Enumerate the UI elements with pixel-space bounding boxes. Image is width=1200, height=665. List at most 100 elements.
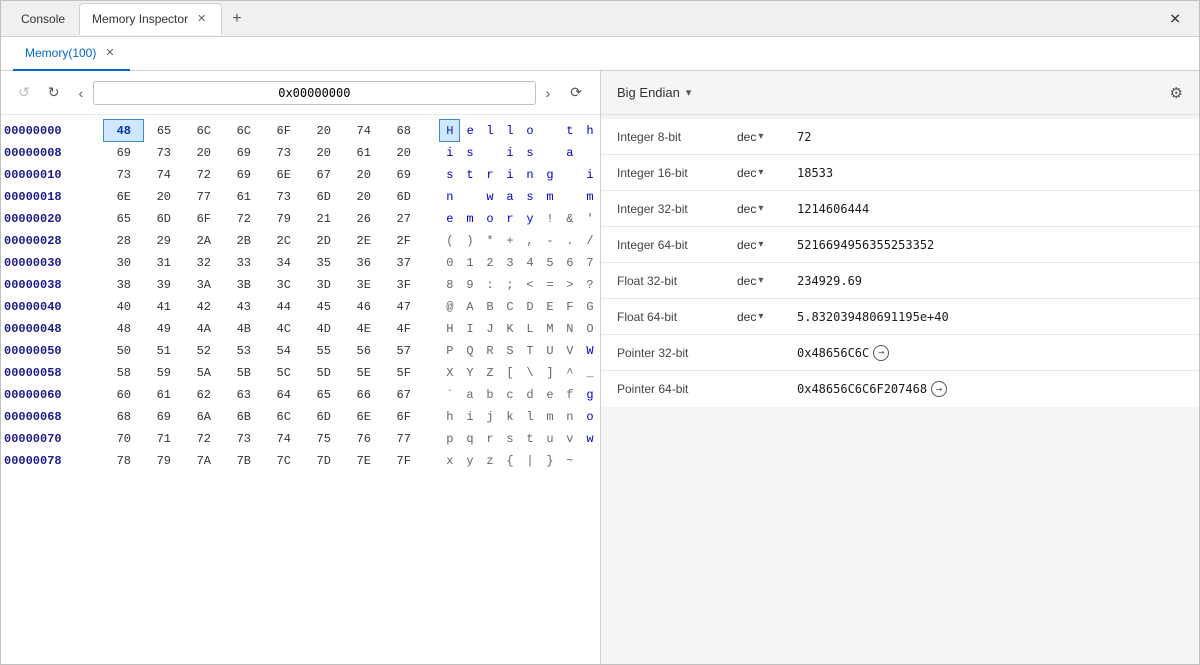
hex-cell[interactable]: 20 [304,142,344,164]
hex-cell[interactable]: 5E [344,362,384,384]
hex-cell[interactable]: 39 [144,274,184,296]
hex-cell[interactable]: 20 [384,142,424,164]
ascii-cell[interactable]: e [460,120,480,142]
hex-cell[interactable]: 6B [224,406,264,428]
hex-cell[interactable]: 5D [304,362,344,384]
ascii-cell[interactable]: { [500,450,520,472]
ascii-cell[interactable]: m [540,186,560,208]
hex-cell[interactable]: 79 [264,208,304,230]
ascii-cell[interactable]: y [520,208,540,230]
ascii-cell[interactable] [580,450,600,472]
hex-cell[interactable]: 4F [384,318,424,340]
ascii-cell[interactable]: i [460,406,480,428]
hex-cell[interactable]: 77 [384,428,424,450]
hex-cell[interactable]: 73 [264,186,304,208]
hex-cell[interactable]: 59 [144,362,184,384]
inspector-format-int16[interactable]: dec ▾ [737,166,797,180]
ascii-cell[interactable]: @ [440,296,460,318]
hex-cell[interactable]: 73 [104,164,144,186]
ascii-cell[interactable]: o [580,406,600,428]
ascii-cell[interactable]: h [440,406,460,428]
hex-cell[interactable]: 20 [144,186,184,208]
hex-cell[interactable]: 38 [104,274,144,296]
inspector-format-float64[interactable]: dec ▾ [737,310,797,324]
ascii-cell[interactable]: Q [460,340,480,362]
ascii-cell[interactable]: l [500,120,520,142]
hex-cell[interactable]: 5B [224,362,264,384]
hex-cell[interactable]: 63 [224,384,264,406]
ascii-cell[interactable]: O [580,318,600,340]
hex-cell[interactable]: 47 [384,296,424,318]
ascii-cell[interactable]: 1 [460,252,480,274]
hex-cell[interactable]: 6E [344,406,384,428]
hex-cell[interactable]: 3C [264,274,304,296]
ascii-cell[interactable]: s [500,428,520,450]
ascii-cell[interactable]: d [520,384,540,406]
ascii-cell[interactable]: V [560,340,580,362]
ascii-cell[interactable]: Z [480,362,500,384]
hex-cell[interactable]: 77 [184,186,224,208]
hex-cell[interactable]: 68 [104,406,144,428]
ascii-cell[interactable]: u [540,428,560,450]
hex-cell[interactable]: 55 [304,340,344,362]
hex-cell[interactable]: 69 [144,406,184,428]
ascii-cell[interactable]: m [540,406,560,428]
hex-cell[interactable]: 73 [264,142,304,164]
ascii-cell[interactable]: a [560,142,580,164]
hex-cell[interactable]: 65 [144,120,184,142]
hex-cell[interactable]: 20 [344,164,384,186]
ascii-cell[interactable]: 0 [440,252,460,274]
ascii-cell[interactable]: o [520,120,540,142]
hex-cell[interactable]: 65 [304,384,344,406]
hex-cell[interactable]: 2D [304,230,344,252]
hex-cell[interactable]: 7E [344,450,384,472]
inspector-format-int32[interactable]: dec ▾ [737,202,797,216]
hex-cell[interactable]: 75 [304,428,344,450]
hex-cell[interactable]: 35 [304,252,344,274]
hex-cell[interactable]: 69 [104,142,144,164]
ascii-cell[interactable]: x [440,450,460,472]
ascii-cell[interactable]: j [480,406,500,428]
hex-cell[interactable]: 27 [384,208,424,230]
ascii-cell[interactable]: a [460,384,480,406]
ascii-cell[interactable]: & [560,208,580,230]
undo-button[interactable]: ↺ [13,81,35,104]
ascii-cell[interactable]: q [460,428,480,450]
ascii-cell[interactable]: r [500,208,520,230]
hex-cell[interactable]: 65 [104,208,144,230]
nav-right-button[interactable]: › [540,82,557,104]
ascii-cell[interactable]: S [500,340,520,362]
ascii-cell[interactable]: f [560,384,580,406]
ascii-cell[interactable]: s [520,186,540,208]
sub-tab-memory-100-close[interactable]: ✕ [102,45,117,60]
ascii-cell[interactable]: ) [460,230,480,252]
hex-cell[interactable]: 60 [104,384,144,406]
ascii-cell[interactable]: o [480,208,500,230]
ascii-cell[interactable]: ? [580,274,600,296]
ascii-cell[interactable]: + [500,230,520,252]
hex-cell[interactable]: 45 [304,296,344,318]
ascii-cell[interactable]: a [500,186,520,208]
ascii-cell[interactable]: X [440,362,460,384]
ascii-cell[interactable]: p [440,428,460,450]
hex-cell[interactable]: 58 [104,362,144,384]
ascii-cell[interactable]: > [560,274,580,296]
ascii-cell[interactable]: i [440,142,460,164]
ascii-cell[interactable]: h [580,120,600,142]
hex-cell[interactable]: 6A [184,406,224,428]
ascii-cell[interactable]: ; [500,274,520,296]
ascii-cell[interactable]: , [520,230,540,252]
ascii-cell[interactable]: W [580,340,600,362]
tab-memory-inspector-close[interactable]: ✕ [194,11,209,26]
ascii-cell[interactable] [580,142,600,164]
ascii-cell[interactable]: } [540,450,560,472]
hex-cell[interactable]: 5A [184,362,224,384]
ascii-cell[interactable]: ! [540,208,560,230]
ascii-cell[interactable]: L [520,318,540,340]
ascii-cell[interactable]: T [520,340,540,362]
hex-cell[interactable]: 3E [344,274,384,296]
ascii-cell[interactable]: - [540,230,560,252]
hex-cell[interactable]: 76 [344,428,384,450]
ascii-cell[interactable]: . [560,230,580,252]
ascii-cell[interactable]: : [480,274,500,296]
